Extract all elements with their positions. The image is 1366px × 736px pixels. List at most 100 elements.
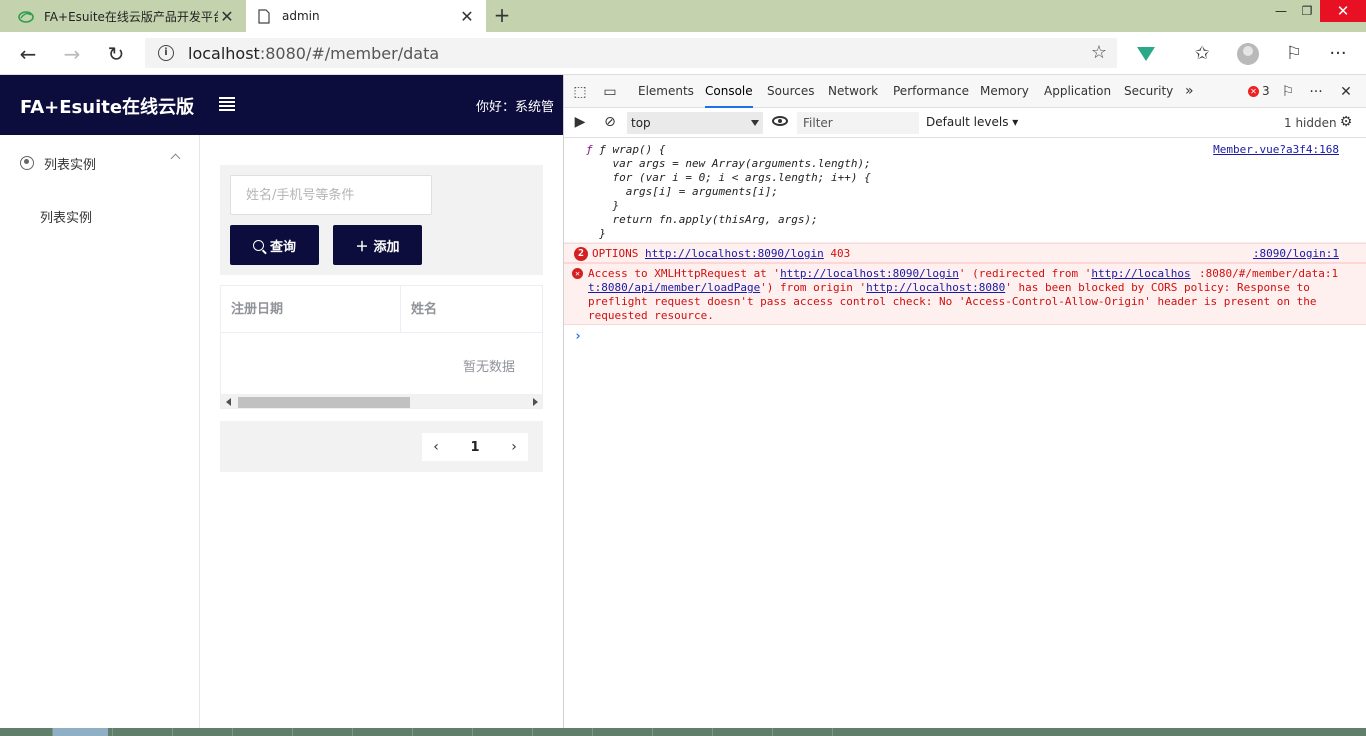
devtools-menu-icon[interactable]: ··· <box>1306 82 1326 102</box>
console-error-cors: ✕ Access to XMLHttpRequest at 'http://lo… <box>564 263 1366 325</box>
favorite-star-icon[interactable]: ☆ <box>1091 42 1107 63</box>
taskbar-app-icon[interactable] <box>352 728 408 736</box>
clear-console-icon[interactable]: ⊘ <box>600 112 620 132</box>
console-settings-gear-icon[interactable]: ⚙ <box>1336 112 1356 132</box>
source-link[interactable]: Member.vue?a3f4:168 <box>1213 143 1339 156</box>
refresh-icon[interactable]: ↻ <box>102 40 130 68</box>
search-input[interactable] <box>230 175 432 215</box>
tab-console[interactable]: Console <box>705 75 753 108</box>
live-expression-eye-icon[interactable] <box>772 116 788 126</box>
forward-arrow-icon[interactable]: → <box>58 40 86 68</box>
minimize-icon[interactable]: — <box>1268 0 1294 22</box>
error-url-link[interactable]: t:8080/api/member/loadPage <box>588 281 760 294</box>
taskbar-app-icon[interactable] <box>832 728 888 736</box>
code-line: return fn.apply(thisArg, args); <box>586 213 818 226</box>
sidebar-group-list-example[interactable]: 列表实例 <box>0 145 199 181</box>
taskbar-app-icon[interactable] <box>472 728 528 736</box>
taskbar-app-icon[interactable] <box>772 728 828 736</box>
search-icon <box>252 239 264 251</box>
sidebar-item-list-example[interactable]: 列表实例 <box>40 207 92 226</box>
menu-toggle-icon[interactable] <box>219 97 235 111</box>
user-greeting[interactable]: 你好：系统管 <box>476 96 554 115</box>
taskbar-app-icon[interactable] <box>532 728 588 736</box>
tab-performance[interactable]: Performance <box>893 75 969 108</box>
error-message-line: preflight request doesn't pass access co… <box>588 295 1317 308</box>
error-message-line: t:8080/api/member/loadPage') from origin… <box>588 281 1310 294</box>
url-text[interactable]: localhost:8080/#/member/data <box>188 44 439 63</box>
new-tab-button[interactable]: + <box>490 4 514 28</box>
prev-page-icon[interactable]: ‹ <box>422 439 450 455</box>
chevron-up-icon <box>170 153 181 164</box>
feedback-icon[interactable]: ⚐ <box>1278 82 1298 102</box>
scroll-right-icon[interactable] <box>533 398 538 406</box>
site-info-icon[interactable]: i <box>158 45 174 61</box>
error-url-link[interactable]: http://localhost:8090/login <box>780 267 959 280</box>
add-button[interactable]: ＋ 添加 <box>333 225 422 265</box>
code-line: var args = new Array(arguments.length); <box>586 157 871 170</box>
tab-elements[interactable]: Elements <box>638 75 694 108</box>
current-page-number[interactable]: 1 <box>450 440 500 455</box>
taskbar-app-icon[interactable] <box>232 728 288 736</box>
tab-memory[interactable]: Memory <box>980 75 1029 108</box>
taskbar-app-icon[interactable] <box>712 728 768 736</box>
tab-sources[interactable]: Sources <box>767 75 814 108</box>
taskbar-app-icon[interactable] <box>592 728 648 736</box>
pagination-panel: ‹ 1 › <box>220 421 543 472</box>
source-link[interactable]: :8080/#/member/data:1 <box>1199 267 1338 281</box>
console-prompt[interactable]: › <box>574 329 582 344</box>
search-panel: 查询 ＋ 添加 <box>220 165 543 275</box>
console-sidebar-icon[interactable]: ▶ <box>570 112 590 132</box>
error-url-link[interactable]: http://localhost:8090/login <box>645 247 824 260</box>
address-toolbar: ← → ↻ i localhost:8080/#/member/data ☆ ✩… <box>0 32 1366 75</box>
taskbar-app-icon[interactable] <box>412 728 468 736</box>
inspect-element-icon[interactable]: ⬚ <box>570 82 590 102</box>
taskbar-app-icon[interactable] <box>52 728 108 736</box>
profile-avatar-icon[interactable] <box>1234 40 1262 68</box>
column-header-name[interactable]: 姓名 <box>401 286 542 333</box>
close-devtools-icon[interactable]: ✕ <box>1336 82 1356 102</box>
back-arrow-icon[interactable]: ← <box>14 40 42 68</box>
tab-network[interactable]: Network <box>828 75 878 108</box>
taskbar-app-icon[interactable] <box>112 728 168 736</box>
tab-application[interactable]: Application <box>1044 75 1111 108</box>
close-tab-icon[interactable]: ✕ <box>218 7 236 26</box>
console-filter-input[interactable] <box>797 112 919 134</box>
log-levels-dropdown[interactable]: Default levels ▾ <box>926 115 1018 129</box>
horizontal-scrollbar[interactable] <box>221 394 542 408</box>
restore-icon[interactable]: ❐ <box>1294 0 1320 22</box>
scrollbar-thumb[interactable] <box>238 397 410 408</box>
device-emulation-icon[interactable]: ▭ <box>600 82 620 102</box>
error-circle-icon: ✕ <box>1248 85 1259 97</box>
more-menu-icon[interactable]: ··· <box>1324 40 1352 68</box>
scroll-left-icon[interactable] <box>226 398 231 406</box>
column-header-register-date[interactable]: 注册日期 <box>221 286 401 333</box>
address-bar[interactable]: i localhost:8080/#/member/data ☆ <box>145 38 1117 68</box>
browser-tab-title: FA+Esuite在线云版产品开发平台 <box>44 9 218 24</box>
error-url-link[interactable]: http://localhost:8080 <box>866 281 1005 294</box>
query-button[interactable]: 查询 <box>230 225 319 265</box>
error-count-badge[interactable]: ✕ 3 <box>1248 84 1270 98</box>
code-line: ƒ ƒ wrap() { <box>586 143 666 156</box>
taskbar-app-icon[interactable] <box>292 728 348 736</box>
error-url-link[interactable]: http://localhos <box>1091 267 1190 280</box>
favorites-list-icon[interactable]: ✩ <box>1188 40 1216 68</box>
empty-table-text: 暂无数据 <box>463 360 516 375</box>
taskbar-app-icon[interactable] <box>652 728 708 736</box>
feedback-icon[interactable]: ⚐ <box>1280 40 1308 68</box>
error-message-line: requested resource. <box>588 309 714 322</box>
os-taskbar <box>0 728 1366 736</box>
close-tab-icon[interactable]: ✕ <box>458 7 476 26</box>
more-tabs-icon[interactable]: » <box>1185 75 1194 108</box>
window-close-icon[interactable]: ✕ <box>1320 0 1366 22</box>
taskbar-app-icon[interactable] <box>172 728 228 736</box>
tab-security[interactable]: Security <box>1124 75 1173 108</box>
vue-devtools-icon[interactable] <box>1132 40 1160 68</box>
next-page-icon[interactable]: › <box>500 439 528 455</box>
browser-tab-fa-esuite[interactable]: FA+Esuite在线云版产品开发平台 ✕ <box>8 0 246 32</box>
app-header: FA+Esuite在线云版 你好：系统管 <box>0 75 564 135</box>
context-selector[interactable]: top <box>627 112 763 134</box>
browser-tab-admin[interactable]: admin ✕ <box>246 0 486 32</box>
table-header: 注册日期 姓名 <box>221 286 542 333</box>
source-link[interactable]: :8090/login:1 <box>1253 247 1339 260</box>
console-message-function: ƒ ƒ wrap() { var args = new Array(argume… <box>564 139 1366 243</box>
